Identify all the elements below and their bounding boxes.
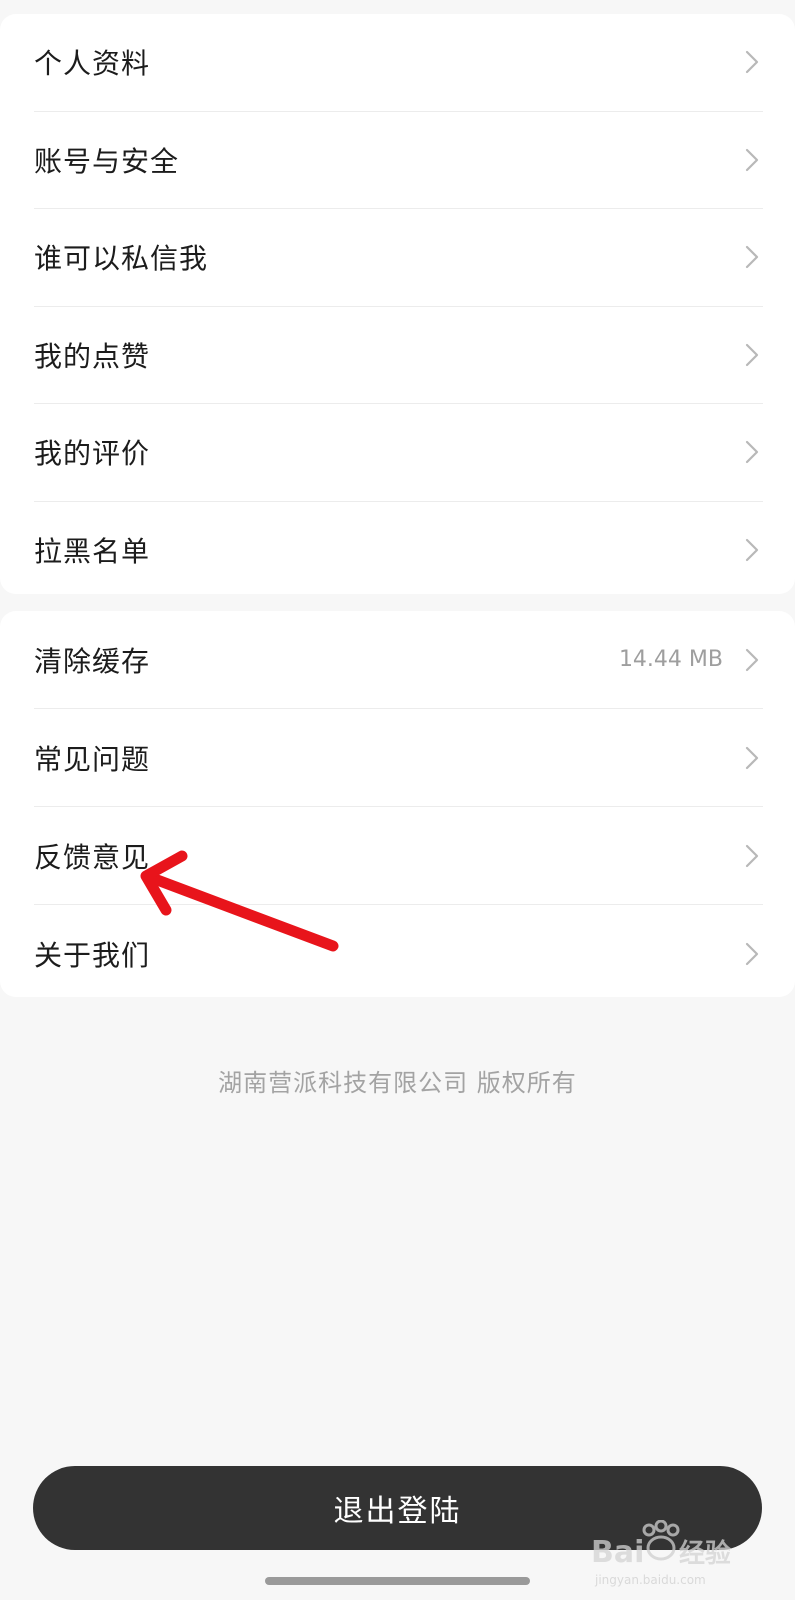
settings-item-about-us[interactable]: 关于我们 [34, 904, 763, 1002]
settings-page: 个人资料 账号与安全 谁可以私信我 我的点赞 我的评价 拉黑名单 清除缓存 14… [0, 0, 795, 1600]
row-right: 14.44 MB [619, 646, 763, 674]
row-right [741, 842, 763, 870]
settings-group-general: 清除缓存 14.44 MB 常见问题 反馈意见 关于我们 [0, 611, 795, 997]
logout-button-label: 退出登陆 [333, 1494, 462, 1529]
cache-size-value: 14.44 MB [618, 647, 723, 672]
settings-item-faq[interactable]: 常见问题 [34, 708, 763, 806]
row-right [741, 48, 763, 76]
settings-item-feedback[interactable]: 反馈意见 [34, 806, 763, 904]
svg-text:jingyan.baidu.com: jingyan.baidu.com [594, 1573, 706, 1587]
chevron-right-icon [741, 438, 763, 466]
settings-item-label: 反馈意见 [34, 840, 151, 874]
settings-item-label: 关于我们 [34, 938, 151, 972]
settings-item-profile[interactable]: 个人资料 [34, 14, 763, 111]
settings-item-label: 个人资料 [34, 47, 151, 81]
settings-item-label: 我的评价 [34, 437, 151, 471]
settings-group-account: 个人资料 账号与安全 谁可以私信我 我的点赞 我的评价 拉黑名单 [0, 14, 795, 594]
row-right [741, 341, 763, 369]
row-right [741, 940, 763, 968]
settings-item-account-security[interactable]: 账号与安全 [34, 110, 763, 209]
settings-item-message-privacy[interactable]: 谁可以私信我 [34, 208, 763, 306]
row-right [741, 536, 763, 564]
chevron-right-icon [741, 744, 763, 772]
chevron-right-icon [741, 341, 763, 369]
chevron-right-icon [741, 48, 763, 76]
row-right [741, 744, 763, 772]
settings-item-my-likes[interactable]: 我的点赞 [34, 305, 763, 404]
settings-item-label: 谁可以私信我 [34, 242, 209, 276]
copyright-text: 湖南营派科技有限公司 版权所有 [218, 1069, 577, 1097]
row-right [741, 438, 763, 466]
chevron-right-icon [741, 146, 763, 174]
chevron-right-icon [741, 243, 763, 271]
logout-button[interactable]: 退出登陆 [33, 1466, 762, 1550]
settings-item-label: 账号与安全 [34, 144, 180, 178]
settings-item-my-reviews[interactable]: 我的评价 [34, 403, 763, 501]
settings-item-label: 我的点赞 [34, 339, 151, 373]
settings-item-blacklist[interactable]: 拉黑名单 [34, 500, 763, 599]
chevron-right-icon [741, 646, 763, 674]
settings-item-label: 拉黑名单 [34, 534, 151, 568]
settings-item-label: 常见问题 [34, 742, 151, 776]
chevron-right-icon [741, 842, 763, 870]
row-right [741, 146, 763, 174]
home-indicator[interactable] [265, 1577, 530, 1585]
settings-item-clear-cache[interactable]: 清除缓存 14.44 MB [34, 611, 763, 708]
row-right [741, 243, 763, 271]
chevron-right-icon [741, 940, 763, 968]
chevron-right-icon [741, 536, 763, 564]
settings-item-label: 清除缓存 [34, 644, 151, 678]
